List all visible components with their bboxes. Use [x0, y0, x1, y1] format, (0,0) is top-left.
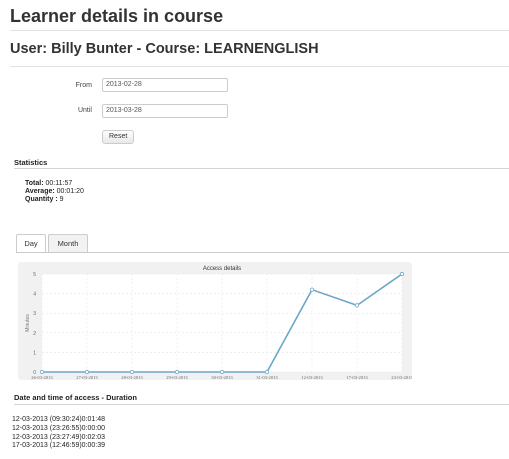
statistics-divider	[14, 168, 509, 169]
y-tick-label: 3	[33, 311, 36, 317]
from-label: From	[75, 82, 92, 89]
data-point	[174, 369, 180, 375]
stat-quantity: Quantity : 9	[25, 196, 64, 203]
x-tick-label: 23-03-2013	[391, 375, 412, 380]
access-chart: 01234526-03-2013 27-03-2013 28-03-2013 29-0…	[25, 266, 413, 380]
data-point	[219, 369, 225, 375]
reset-button[interactable]: Reset	[102, 130, 135, 144]
x-tick-label: 27-03-2013	[76, 375, 98, 380]
page-subtitle: User: Billy Bunter - Course: LEARNENGLIS…	[10, 41, 319, 57]
until-date-input[interactable]: 2013-03-28	[102, 104, 228, 118]
stat-average: Average: 00:01:20	[25, 188, 84, 195]
chart-container: 0 1 2 3 4 5 26-03-2013 27-03-2013 28-03-2013 29-0…	[18, 262, 413, 380]
access-entry: 12-03-2013 (23:27:49)0:02:03	[12, 433, 106, 441]
x-tick-label: 31-03-2013	[256, 375, 278, 380]
y-tick-label: 2	[33, 331, 36, 337]
chart-title: Access details	[203, 266, 241, 272]
access-entry: 17-03-2013 (12:46:59)0:00:39	[12, 442, 106, 450]
stat-total: Total: 00:11:57	[25, 180, 73, 187]
y-tick-label: 5	[33, 272, 36, 278]
data-point	[399, 271, 405, 277]
data-point	[84, 369, 90, 375]
data-point	[354, 303, 360, 308]
x-tick-label: 26-03-2013	[31, 375, 53, 380]
access-entry: 12-03-2013 (09:30:24)0:01:48	[12, 416, 106, 423]
access-heading: Date and time of access - Duration	[14, 393, 137, 402]
data-point	[39, 369, 45, 375]
access-divider	[14, 404, 509, 405]
x-tick-label: 12-03-2013	[301, 375, 323, 380]
x-tick-label: 28-03-2013	[121, 375, 143, 380]
x-tick-label: 17-03-2013	[346, 375, 368, 380]
tab-month[interactable]: Month	[48, 234, 88, 252]
data-point	[129, 369, 135, 375]
until-label: Until	[77, 107, 92, 114]
y-axis-label: Minutes	[25, 314, 31, 332]
x-tick-label: 30-03-2013	[211, 375, 233, 380]
data-point	[264, 369, 270, 375]
tabs-divider	[16, 252, 509, 253]
y-tick-label: 1	[33, 350, 36, 356]
title-divider	[10, 30, 509, 31]
x-tick-label: 29-03-2013	[166, 375, 188, 380]
page-title: Learner details in course	[10, 6, 224, 26]
data-point	[309, 287, 315, 292]
access-list: 12-03-2013 (09:30:24)0:01:48 12-03-2013 …	[12, 416, 105, 451]
tab-day[interactable]: Day	[16, 234, 46, 252]
statistics-heading: Statistics	[14, 158, 48, 167]
access-entry: 12-03-2013 (23:26:55)0:00:00	[12, 424, 106, 432]
y-tick-label: 4	[33, 292, 36, 298]
subtitle-divider	[10, 66, 509, 67]
from-date-input[interactable]: 2013-02-28	[102, 78, 228, 92]
